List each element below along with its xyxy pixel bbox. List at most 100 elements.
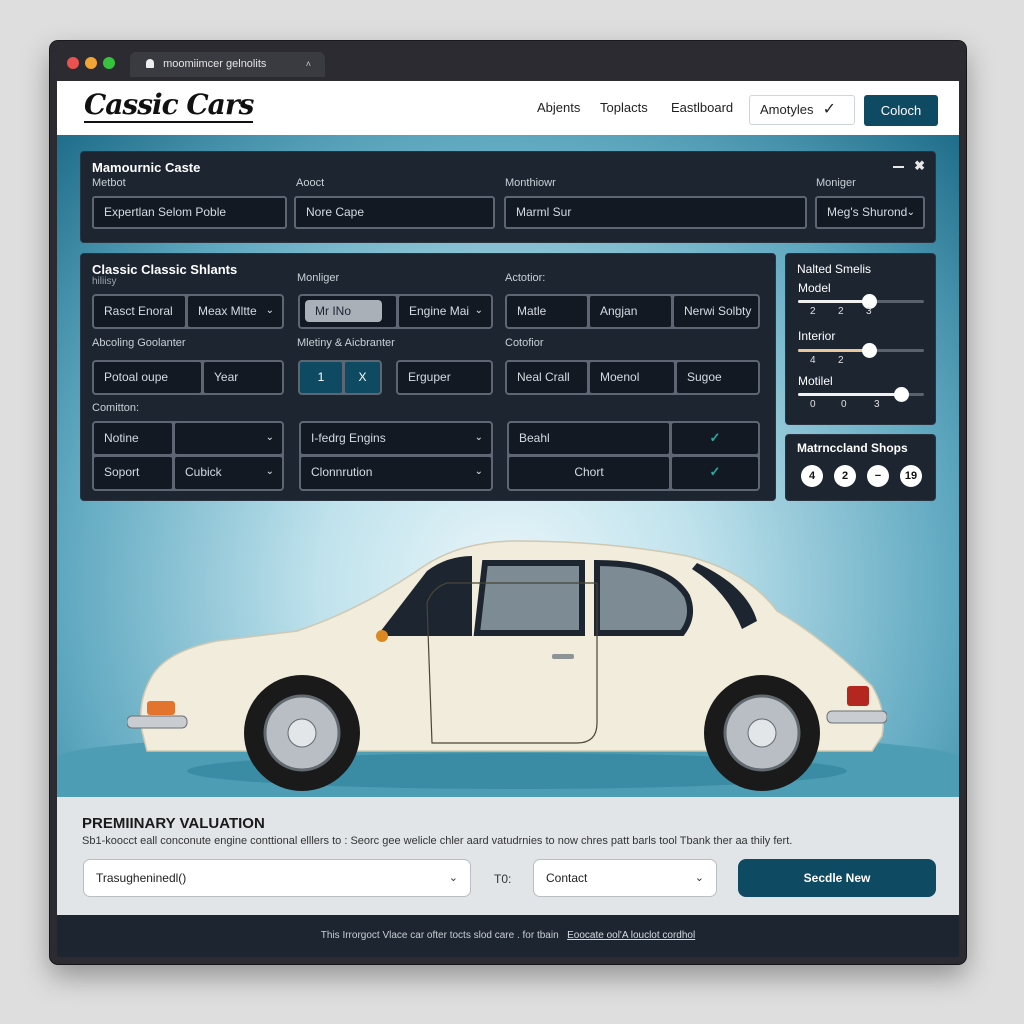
field-label: Monthiowr xyxy=(505,177,556,189)
browser-titlebar: moomiimcer gelnolits ˄ xyxy=(50,41,966,81)
selected-pill[interactable]: Mr INo xyxy=(305,300,382,322)
input-cell[interactable]: Potoal oupe xyxy=(94,362,201,393)
car-front-window xyxy=(473,560,585,636)
option-cell[interactable]: Chort xyxy=(509,457,669,489)
option-cell[interactable]: Nerwi Solbty xyxy=(674,296,758,327)
input-cell[interactable]: Soport xyxy=(94,457,172,489)
input-cell[interactable]: Year xyxy=(204,362,282,393)
minimize-window-button[interactable] xyxy=(85,57,97,69)
panel-title: Matrnccland Shops xyxy=(797,441,908,455)
chevron-down-icon: ⌄ xyxy=(265,432,274,443)
shop-badge[interactable]: 4 xyxy=(801,465,823,487)
select-cell[interactable]: Engine Mai ⌄ xyxy=(399,296,491,327)
close-window-button[interactable] xyxy=(67,57,79,69)
shop-badge[interactable]: 2 xyxy=(834,465,856,487)
checkbox[interactable]: ✓ xyxy=(672,457,758,489)
logo[interactable]: Cassic Cars xyxy=(84,89,254,123)
slider-label: Interior xyxy=(798,329,836,343)
tab-arrow-icon[interactable]: ˄ xyxy=(306,52,311,77)
slider-model[interactable] xyxy=(798,294,924,309)
nav-link-toplacts[interactable]: Toplacts xyxy=(600,100,648,115)
input-cell[interactable]: Notine xyxy=(94,423,172,454)
slider-thumb[interactable] xyxy=(894,387,910,402)
input-group: Potoal oupe Year xyxy=(92,360,284,395)
navbar: Cassic Cars Abjents Toplacts Eastlboard … xyxy=(57,81,959,135)
option-cell[interactable]: Neal Crall xyxy=(507,362,587,393)
input-group: Matle Angjan Nerwi Solbty xyxy=(505,294,760,329)
check-chevron-icon: ✓ xyxy=(709,430,721,445)
select-cell[interactable]: Clonnrution ⌄ xyxy=(301,457,491,489)
slider-interior[interactable] xyxy=(798,343,924,358)
chevron-down-icon: ⌄ xyxy=(265,305,274,316)
field-label: Monliger xyxy=(297,272,340,284)
slider-tick-label: 0 xyxy=(810,399,816,410)
footer-text: This Irrorgoct Vlace car ofter tocts slo… xyxy=(320,930,559,941)
slider-fill xyxy=(798,349,869,352)
checkbox[interactable]: ✓ xyxy=(672,423,758,454)
maximize-window-button[interactable] xyxy=(103,57,115,69)
select-value: Contact xyxy=(546,871,588,885)
submit-valuation-button[interactable]: Secdle New xyxy=(738,859,936,897)
nav-dropdown-value: Amotyles xyxy=(760,102,814,117)
input-cell[interactable]: Erguper xyxy=(398,362,491,393)
nav-dropdown[interactable]: Amotyles ✓ xyxy=(749,95,855,125)
stepper-clear-button[interactable]: X xyxy=(345,362,380,393)
input-group: Beahl ✓ Chort ✓ xyxy=(507,421,760,491)
text-field[interactable]: Marml Sur xyxy=(504,196,807,229)
nav-link-abjents[interactable]: Abjents xyxy=(537,100,580,115)
minimize-icon[interactable] xyxy=(893,166,904,168)
stepper-value[interactable]: 1 xyxy=(300,362,342,393)
field-label: Abcoling Goolanter xyxy=(92,337,186,349)
lock-icon xyxy=(146,59,154,68)
car-rear-bumper xyxy=(826,710,887,724)
select-cell[interactable]: Cubick ⌄ xyxy=(175,457,282,489)
option-cell[interactable]: Sugoe xyxy=(677,362,758,393)
tab-title: moomiimcer gelnolits xyxy=(163,58,267,70)
input-cell[interactable]: Mr INo xyxy=(300,296,396,327)
nav-primary-button[interactable]: Coloch xyxy=(864,95,938,126)
slider-motilel[interactable] xyxy=(798,387,924,402)
option-cell[interactable]: Angjan xyxy=(590,296,671,327)
slider-tick-label: 2 xyxy=(838,355,844,366)
input-group: Rasct Enoral Meax Mltte ⌄ xyxy=(92,294,284,329)
slider-thumb[interactable] xyxy=(861,343,877,358)
shop-badge[interactable]: 19 xyxy=(900,465,922,487)
option-cell[interactable]: Matle xyxy=(507,296,587,327)
classic-car-image xyxy=(127,540,887,791)
input-group: Notine ⌄ Soport Cubick ⌄ xyxy=(92,421,284,491)
valuation-title: PREMIINARY VALUATION xyxy=(82,815,265,832)
sliders-panel: Nalted Smelis Model 2 2 3 Interior 4 2 M… xyxy=(785,253,936,425)
browser-tab[interactable]: moomiimcer gelnolits ˄ xyxy=(130,52,325,77)
select-value: Clonnrution xyxy=(311,465,373,479)
option-cell[interactable]: Moenol xyxy=(590,362,674,393)
chevron-down-icon: ⌄ xyxy=(474,305,483,316)
slider-label: Motilel xyxy=(798,374,833,388)
footer-link[interactable]: Eoocate ool'A louclot cordhol xyxy=(567,930,695,941)
slider-tick-label: 2 xyxy=(838,306,844,317)
top-form-panel: Mamournic Caste ✖ Metbot Expertlan Selom… xyxy=(80,151,936,243)
panel-title: Mamournic Caste xyxy=(92,160,201,175)
select-cell[interactable]: ⌄ xyxy=(175,423,282,454)
contact-select[interactable]: Contact ⌄ xyxy=(533,859,717,897)
close-icon[interactable]: ✖ xyxy=(914,158,925,174)
car-rear-light xyxy=(847,686,869,706)
text-field[interactable]: Expertlan Selom Poble xyxy=(92,196,287,229)
valuation-select[interactable]: Trasugheninedl() ⌄ xyxy=(83,859,471,897)
shop-badge[interactable]: − xyxy=(867,465,889,487)
panel-title: Classic Classic Shlants xyxy=(92,262,238,277)
main-form-panel: Classic Classic Shlants hiliisy Rasct En… xyxy=(80,253,776,501)
select-cell[interactable]: Meax Mltte ⌄ xyxy=(188,296,282,327)
field-label: Moniger xyxy=(816,177,856,189)
text-field[interactable]: Nore Cape xyxy=(294,196,495,229)
option-cell[interactable]: Beahl xyxy=(509,423,669,454)
browser-window: moomiimcer gelnolits ˄ Cassic Cars Abjen… xyxy=(50,41,966,964)
slider-tick-label: 2 xyxy=(810,306,816,317)
shops-panel: Matrnccland Shops 4 2 − 19 xyxy=(785,434,936,501)
field-label: Mletiny & Aicbranter xyxy=(297,337,395,349)
select-field[interactable]: Meg's Shurond ⌄ xyxy=(815,196,925,229)
select-value: Cubick xyxy=(185,465,222,479)
nav-link-eastlboard[interactable]: Eastlboard xyxy=(671,100,733,115)
valuation-section: PREMIINARY VALUATION Sb1-koocct eall con… xyxy=(57,797,959,915)
input-cell[interactable]: Rasct Enoral xyxy=(94,296,185,327)
select-cell[interactable]: I-fedrg Engins ⌄ xyxy=(301,423,491,454)
